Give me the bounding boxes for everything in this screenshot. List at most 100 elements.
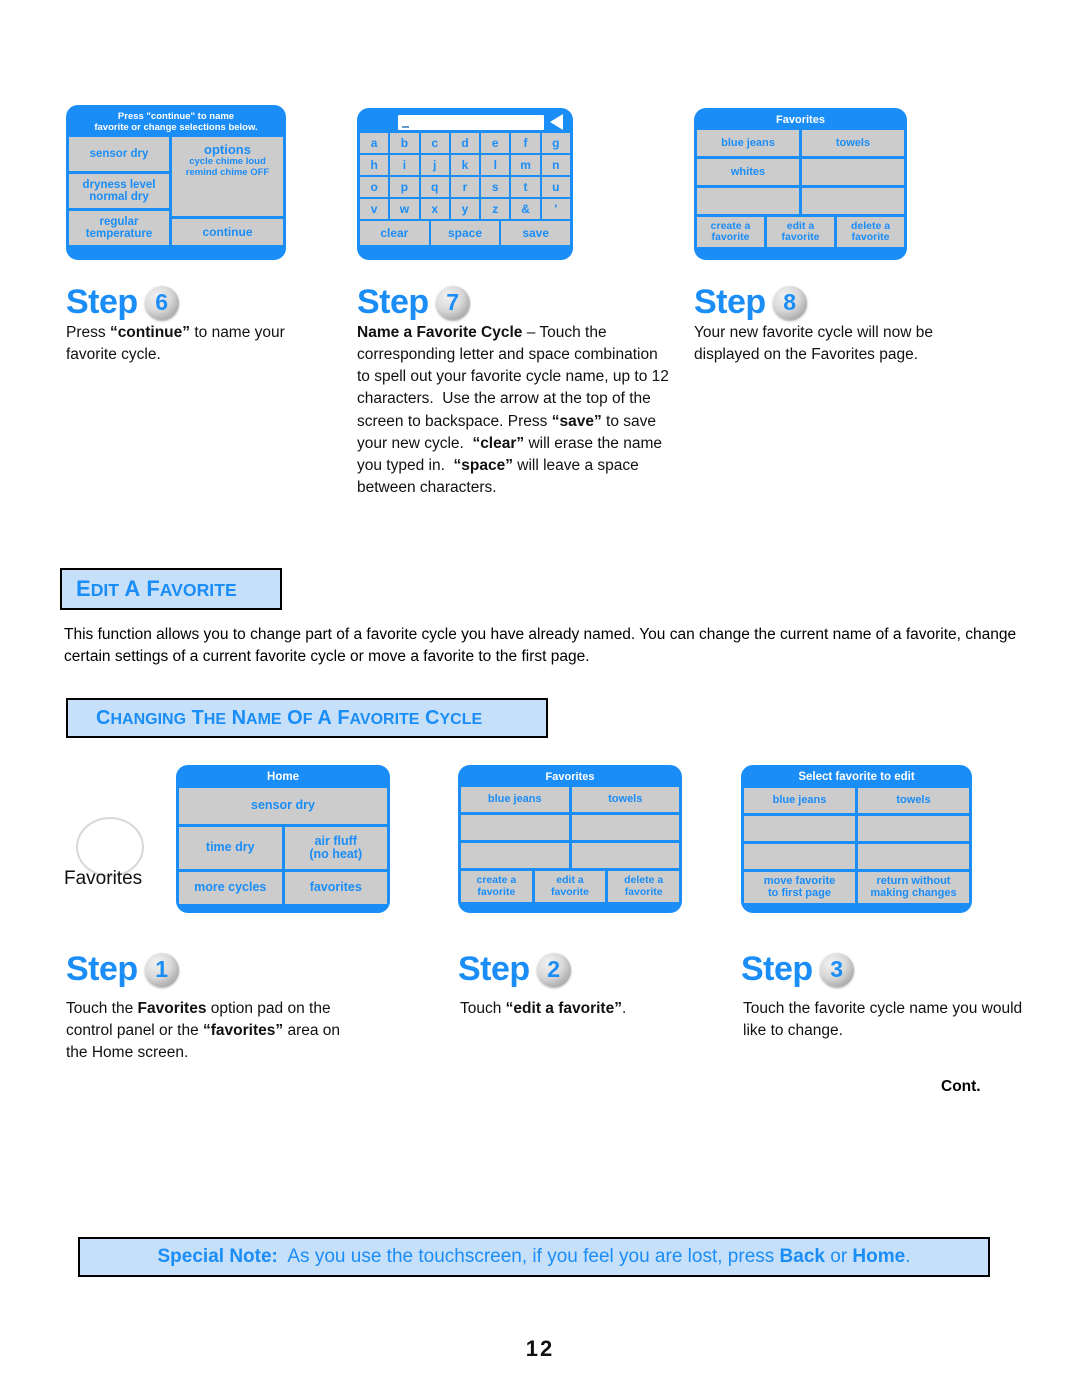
key-k[interactable]: k	[450, 155, 480, 175]
key-t[interactable]: t	[511, 177, 540, 197]
favorite-towels[interactable]: towels	[802, 130, 904, 157]
step-7-body: Name a Favorite Cycle – Touch the corres…	[357, 324, 669, 497]
favorite-whites[interactable]: whites	[697, 159, 799, 186]
favorite-blue-jeans[interactable]: blue jeans	[461, 787, 569, 813]
pad-temperature[interactable]: regular temperature	[69, 211, 169, 246]
favorite-empty-slot[interactable]	[744, 843, 855, 869]
key-n[interactable]: n	[541, 155, 570, 175]
intro-paragraph: This function allows you to change part …	[64, 626, 1017, 666]
favorite-towels[interactable]: towels	[571, 787, 679, 813]
select-favorite-title: Select favorite to edit	[798, 771, 915, 783]
move-favorite-to-first-page-button[interactable]: move favorite to first page	[744, 871, 855, 903]
key-e[interactable]: e	[481, 133, 510, 153]
key-q[interactable]: q	[420, 177, 449, 197]
return-label-line1: return without	[876, 875, 951, 888]
pad-options-title: options	[204, 142, 251, 158]
key-l[interactable]: l	[481, 155, 510, 175]
create-a-favorite-button[interactable]: create a favorite	[461, 871, 532, 903]
key-apostrophe[interactable]: '	[541, 199, 570, 219]
backspace-arrow-icon[interactable]	[548, 112, 566, 132]
pad-dryness-level[interactable]: dryness level normal dry	[69, 174, 169, 209]
step-3-body: Touch the favorite cycle name you would …	[743, 1000, 1023, 1040]
key-a[interactable]: a	[360, 133, 389, 153]
step-heading-7: Step 7	[357, 283, 470, 322]
step-word: Step	[694, 283, 766, 321]
favorite-empty-slot[interactable]	[744, 815, 855, 841]
favorite-empty-slot[interactable]	[802, 159, 904, 186]
favorites-row	[461, 815, 679, 841]
step-2-body: Touch “edit a favorite”.	[460, 1000, 627, 1017]
key-v[interactable]: v	[360, 199, 389, 219]
text-caret-icon	[402, 125, 409, 128]
key-h[interactable]: h	[360, 155, 389, 175]
key-c[interactable]: c	[420, 133, 449, 153]
pad-more-cycles[interactable]: more cycles	[179, 871, 282, 904]
key-clear[interactable]: clear	[360, 221, 429, 245]
key-x[interactable]: x	[420, 199, 449, 219]
favorite-empty-slot[interactable]	[858, 815, 969, 841]
key-z[interactable]: z	[481, 199, 510, 219]
key-u[interactable]: u	[541, 177, 570, 197]
pad-continue[interactable]: continue	[172, 219, 283, 246]
key-w[interactable]: w	[390, 199, 419, 219]
favorite-blue-jeans[interactable]: blue jeans	[697, 130, 799, 157]
delete-a-favorite-button[interactable]: delete a favorite	[837, 217, 904, 248]
favorite-blue-jeans[interactable]: blue jeans	[744, 787, 855, 813]
key-d[interactable]: d	[450, 133, 480, 153]
key-ampersand[interactable]: &	[511, 199, 540, 219]
key-s[interactable]: s	[481, 177, 510, 197]
key-j[interactable]: j	[420, 155, 449, 175]
cycle-name-input[interactable]	[398, 114, 544, 130]
edit-a-favorite-button[interactable]: edit a favorite	[767, 217, 834, 248]
pad-favorites-label: favorites	[309, 880, 362, 895]
key-b[interactable]: b	[390, 133, 419, 153]
pad-air-fluff[interactable]: air fluff (no heat)	[284, 826, 387, 869]
keyboard-row-3: o p q r s t u	[360, 177, 570, 197]
continued-label: Cont.	[941, 1078, 981, 1095]
favorite-empty-slot[interactable]	[461, 843, 569, 869]
favorite-empty-slot[interactable]	[571, 815, 679, 841]
step-6-body: Press “continue” to name your favorite c…	[66, 324, 285, 364]
pad-dryness-level-value: normal dry	[89, 191, 149, 204]
key-f[interactable]: f	[511, 133, 540, 153]
favorites-title: Favorites	[776, 114, 825, 126]
step-word: Step	[66, 950, 138, 988]
continue-title-line2: favorite or change selections below.	[94, 121, 258, 133]
key-space[interactable]: space	[430, 221, 500, 245]
continue-screen-panel: Press "continue" to name favorite or cha…	[66, 105, 286, 260]
edit-a-favorite-button[interactable]: edit a favorite	[534, 871, 606, 903]
special-note-text: Special Note: As you use the touchscreen…	[157, 1246, 911, 1267]
key-save[interactable]: save	[501, 221, 571, 245]
key-o[interactable]: o	[360, 177, 389, 197]
pad-options[interactable]: options cycle chime loud remind chime OF…	[172, 137, 283, 217]
edit-label-line2: favorite	[551, 885, 589, 898]
pad-sensor-dry-home[interactable]: sensor dry	[179, 787, 387, 824]
delete-a-favorite-button[interactable]: delete a favorite	[608, 871, 680, 903]
favorite-empty-slot[interactable]	[802, 188, 904, 215]
key-y[interactable]: y	[450, 199, 480, 219]
step-heading-6: Step 6	[66, 283, 179, 322]
favorite-empty-slot[interactable]	[571, 843, 679, 869]
key-r[interactable]: r	[450, 177, 480, 197]
delete-label-line2: favorite	[624, 885, 663, 898]
favorites-row: blue jeans towels	[697, 130, 904, 157]
key-p[interactable]: p	[390, 177, 419, 197]
step-number-badge: 2	[536, 952, 571, 987]
pad-time-dry[interactable]: time dry	[179, 826, 282, 869]
create-a-favorite-button[interactable]: create a favorite	[697, 217, 764, 248]
favorite-empty-slot[interactable]	[461, 815, 569, 841]
pad-dryness-level-label: dryness level	[82, 178, 156, 191]
favorites-row	[744, 843, 969, 869]
key-g[interactable]: g	[541, 133, 570, 153]
return-without-changes-button[interactable]: return without making changes	[858, 871, 969, 903]
pad-favorites[interactable]: favorites	[284, 871, 387, 904]
key-m[interactable]: m	[511, 155, 540, 175]
key-i[interactable]: i	[390, 155, 419, 175]
favorites-row: blue jeans towels	[461, 787, 679, 813]
keyboard-top-bar	[360, 111, 570, 133]
favorite-empty-slot[interactable]	[858, 843, 969, 869]
favorite-empty-slot[interactable]	[697, 188, 799, 215]
keyboard-row-4: v w x y z & '	[360, 199, 570, 219]
favorite-towels[interactable]: towels	[858, 787, 969, 813]
pad-sensor-dry[interactable]: sensor dry	[69, 137, 169, 172]
